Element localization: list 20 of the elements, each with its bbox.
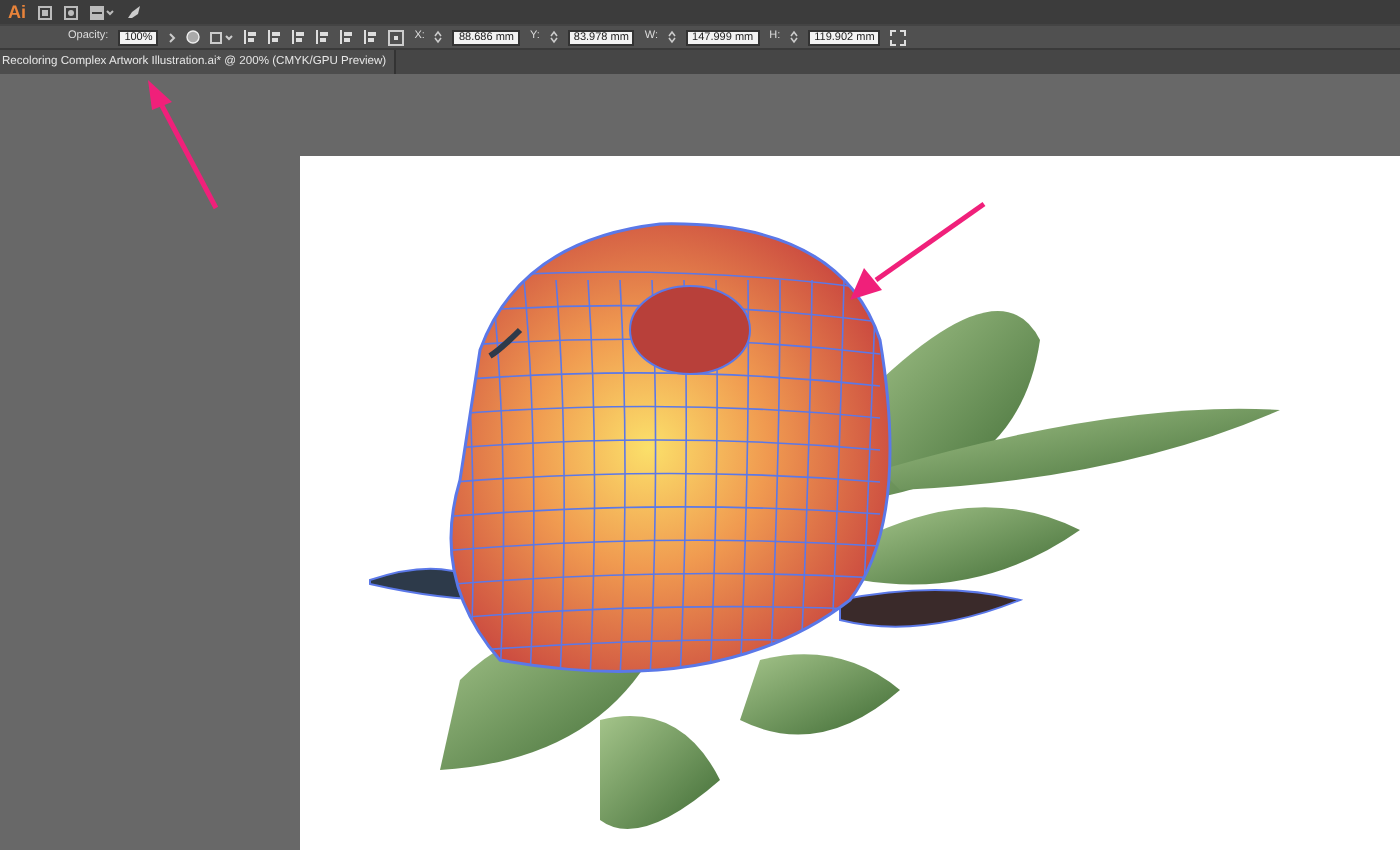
stepper-icon[interactable] [434,30,443,44]
layout-icon[interactable] [90,5,114,19]
annotation-arrow [850,201,986,300]
align-icon[interactable] [244,30,259,44]
stepper-icon[interactable] [668,30,677,44]
align-icon[interactable] [292,30,307,44]
align-icon[interactable] [364,30,379,44]
expand-icon[interactable] [890,29,907,45]
document-icon[interactable] [38,5,52,19]
chevron-icon[interactable] [168,31,177,43]
stepper-icon[interactable] [790,30,799,44]
align-icon[interactable] [340,30,355,44]
align-icon[interactable] [268,30,283,44]
document-icon[interactable] [64,5,78,19]
app-logo: Ai [8,0,26,24]
transform-icon[interactable] [210,30,235,44]
stepper-icon[interactable] [549,30,558,44]
align-icon[interactable] [316,30,331,44]
reference-point-icon[interactable] [388,29,405,45]
annotation-arrow [148,80,219,210]
